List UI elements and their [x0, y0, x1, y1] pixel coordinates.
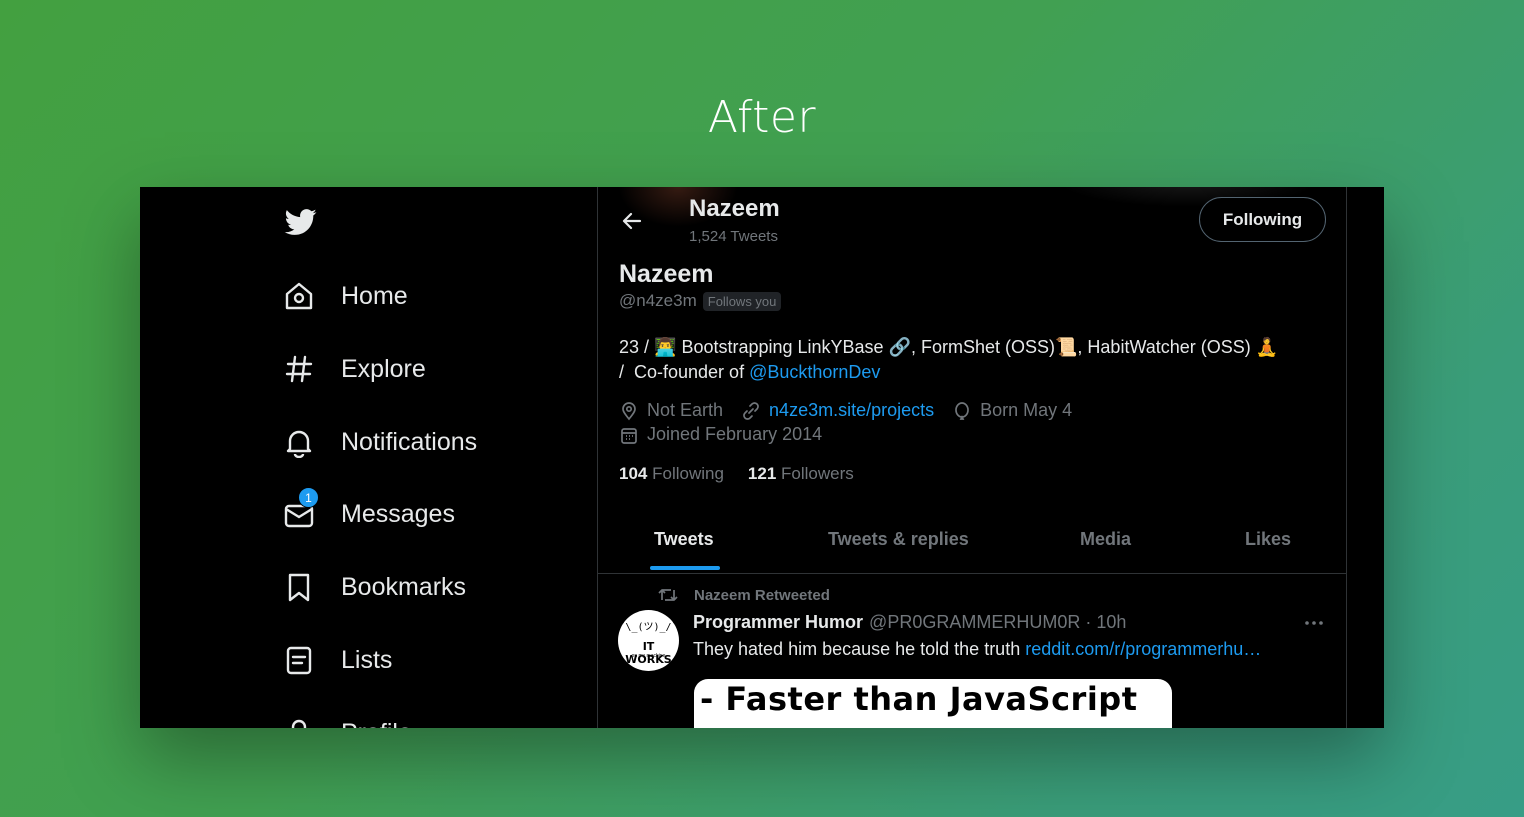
- profile-tabs: Tweets Tweets & replies Media Likes: [598, 517, 1346, 574]
- sidebar-item-label: Lists: [341, 645, 393, 674]
- followers-label: Followers: [781, 464, 854, 483]
- avatar-shrug-text: ¯\_(ツ)_/¯: [619, 622, 678, 633]
- sidebar-item-lists[interactable]: Lists: [283, 640, 392, 680]
- messages-unread-badge: 1: [298, 487, 319, 508]
- tweet-media-image[interactable]: - Faster than JavaScript: [694, 679, 1172, 728]
- bio-mention-link[interactable]: @BuckthornDev: [749, 362, 880, 382]
- profile-stats: 104 Following 121 Followers: [619, 464, 878, 484]
- followers-count: 121: [747, 464, 777, 483]
- follows-you-badge: Follows you: [702, 291, 782, 311]
- page-heading: After: [707, 92, 817, 143]
- bio-line: / Co-founder of @BuckthornDev: [619, 360, 1319, 385]
- following-count: 104: [619, 464, 648, 483]
- following-count-link[interactable]: 104 Following: [619, 464, 724, 484]
- back-arrow-icon[interactable]: [620, 209, 644, 233]
- sidebar-item-bookmarks[interactable]: Bookmarks: [283, 567, 466, 607]
- tab-likes[interactable]: Likes: [1245, 529, 1291, 550]
- profile-birthday: Born May 4: [980, 400, 1073, 420]
- sidebar-item-profile[interactable]: Profile: [283, 713, 412, 728]
- tweet-author-handle: @PR0GRAMMERHUM0R · 10h: [869, 612, 1127, 632]
- sidebar-item-label: Profile: [341, 719, 412, 729]
- followers-count-link[interactable]: 121 Followers: [748, 464, 854, 484]
- active-tab-indicator: [650, 566, 720, 570]
- balloon-icon: [955, 401, 969, 420]
- sidebar-item-notifications[interactable]: Notifications: [283, 422, 477, 462]
- sidebar-item-label: Explore: [341, 354, 426, 383]
- profile-location: Not Earth: [647, 400, 724, 420]
- sidebar-item-label: Messages: [341, 499, 455, 528]
- twitter-bird-icon[interactable]: [283, 206, 319, 238]
- tweet-link[interactable]: reddit.com/r/programmerhu…: [1025, 639, 1261, 659]
- retweet-context: Nazeem Retweeted: [658, 586, 830, 604]
- hashtag-icon: [285, 355, 313, 383]
- profile-joined-date: Joined February 2014: [647, 424, 823, 444]
- sidebar-item-label: Home: [341, 281, 408, 310]
- tweet-author-name[interactable]: Programmer Humor: [693, 612, 863, 633]
- bookmark-icon: [288, 573, 310, 602]
- tab-tweets-and-replies[interactable]: Tweets & replies: [828, 529, 969, 550]
- tweet-text: They hated him because he told the truth…: [693, 639, 1261, 660]
- profile-meta-row: Joined February 2014: [619, 424, 822, 445]
- tweet-header: Programmer Humor @PR0GRAMMERHUM0R · 10h: [693, 612, 1126, 633]
- sidebar-item-label: Notifications: [341, 427, 478, 456]
- sidebar-item-home[interactable]: Home: [283, 276, 408, 316]
- more-options-icon[interactable]: [1302, 615, 1326, 631]
- tweet-body: They hated him because he told the truth: [693, 639, 1026, 659]
- calendar-icon: [621, 427, 637, 444]
- twitter-window: Home Explore Notifications 1 Messages Bo…: [140, 187, 1384, 728]
- tab-tweets[interactable]: Tweets: [654, 529, 714, 550]
- avatar-sub-text: on my machine: [631, 653, 666, 659]
- envelope-icon-wrap: 1: [283, 487, 319, 530]
- home-icon: [285, 282, 313, 310]
- sidebar-item-label: Bookmarks: [341, 572, 467, 601]
- profile-name: Nazeem: [619, 260, 714, 288]
- retweeted-by-text: Nazeem Retweeted: [694, 586, 830, 604]
- profile-icon: [291, 719, 307, 728]
- sidebar-item-explore[interactable]: Explore: [283, 349, 426, 389]
- profile-meta-row: Not Earth n4ze3m.site/projects Born May …: [619, 400, 1072, 421]
- bell-icon: [286, 430, 312, 458]
- sidebar: Home Explore Notifications 1 Messages Bo…: [140, 187, 597, 728]
- bio-line: 23 / 👨‍💻 Bootstrapping LinkYBase 🔗, Form…: [619, 337, 1279, 357]
- following-label: Following: [652, 464, 724, 483]
- profile-bio: 23 / 👨‍💻 Bootstrapping LinkYBase 🔗, Form…: [619, 335, 1319, 385]
- tweet-author-avatar[interactable]: ¯\_(ツ)_/¯ IT WORKS on my machine: [618, 610, 679, 671]
- profile-column: Nazeem 1,524 Tweets Following Nazeem @n4…: [597, 187, 1347, 728]
- link-icon: [743, 401, 759, 420]
- sidebar-item-messages[interactable]: 1 Messages: [283, 487, 455, 534]
- bio-text: / Co-founder of: [619, 362, 750, 382]
- header-profile-name: Nazeem: [689, 195, 780, 222]
- profile-handle-row: @n4ze3m Follows you: [619, 291, 782, 311]
- list-icon: [286, 646, 312, 675]
- tweet-media-caption: - Faster than JavaScript: [700, 680, 1138, 718]
- location-pin-icon: [622, 401, 636, 420]
- profile-handle: @n4ze3m: [619, 291, 697, 310]
- profile-website-link[interactable]: n4ze3m.site/projects: [769, 400, 934, 421]
- tab-media[interactable]: Media: [1080, 529, 1131, 550]
- header-tweet-count: 1,524 Tweets: [689, 228, 778, 245]
- following-button[interactable]: Following: [1199, 197, 1326, 242]
- retweet-icon: [658, 589, 678, 601]
